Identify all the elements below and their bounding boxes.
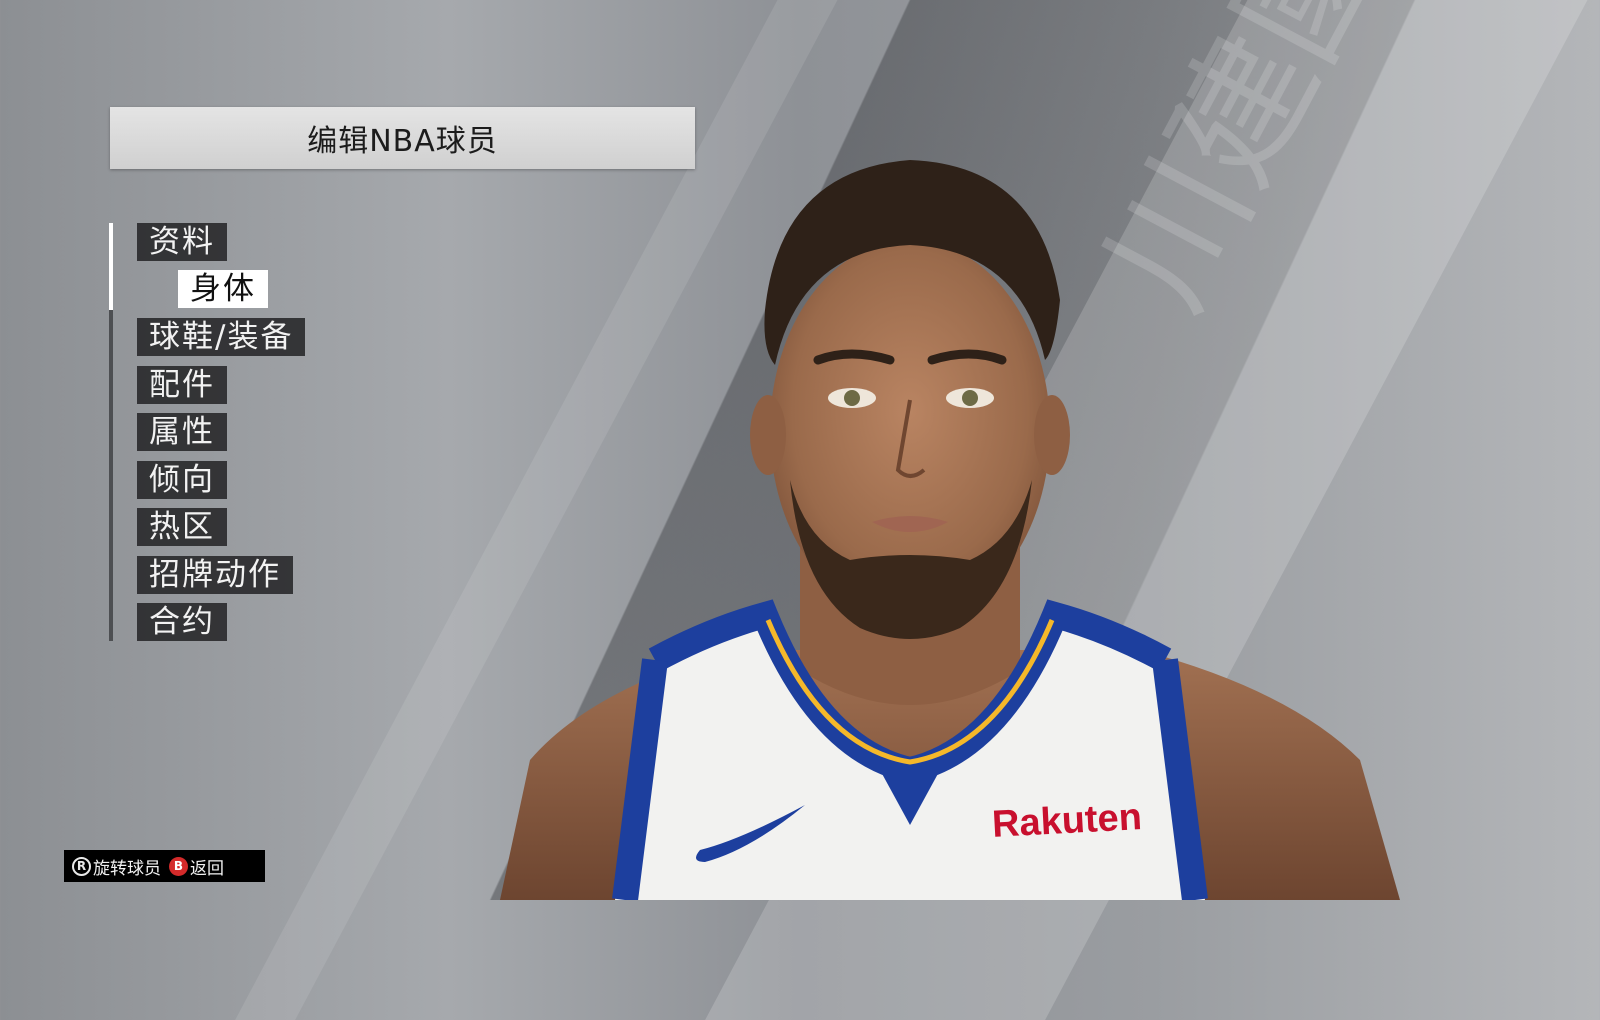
menu-item-hot-zones[interactable]: 热区 bbox=[137, 508, 227, 546]
controller-hint-bar: R 旋转球员 B 返回 bbox=[64, 850, 265, 882]
menu-item-body[interactable]: 身体 bbox=[178, 270, 268, 308]
right-stick-icon: R bbox=[72, 856, 91, 876]
menu-item-profile[interactable]: 资料 bbox=[137, 223, 227, 261]
menu-item-attributes[interactable]: 属性 bbox=[137, 413, 227, 451]
back-hint[interactable]: 返回 bbox=[190, 854, 224, 879]
menu-item-contract[interactable]: 合约 bbox=[137, 603, 227, 641]
menu-item-accessories[interactable]: 配件 bbox=[137, 366, 227, 404]
player-model[interactable]: Rakuten bbox=[500, 150, 1400, 902]
menu-item-tendencies[interactable]: 倾向 bbox=[137, 461, 227, 499]
rotate-player-hint[interactable]: 旋转球员 bbox=[93, 854, 161, 879]
b-button-icon: B bbox=[169, 856, 188, 876]
menu-item-shoes-gear[interactable]: 球鞋/装备 bbox=[137, 318, 306, 356]
page-title: 编辑NBA球员 bbox=[307, 124, 498, 159]
player-portrait bbox=[500, 160, 1400, 902]
menu-item-signature-moves[interactable]: 招牌动作 bbox=[137, 556, 293, 594]
page-title-bar: 编辑NBA球员 bbox=[110, 107, 695, 169]
jersey-sponsor-logo: Rakuten bbox=[990, 796, 1143, 846]
menu-rail-active-indicator bbox=[109, 223, 113, 310]
